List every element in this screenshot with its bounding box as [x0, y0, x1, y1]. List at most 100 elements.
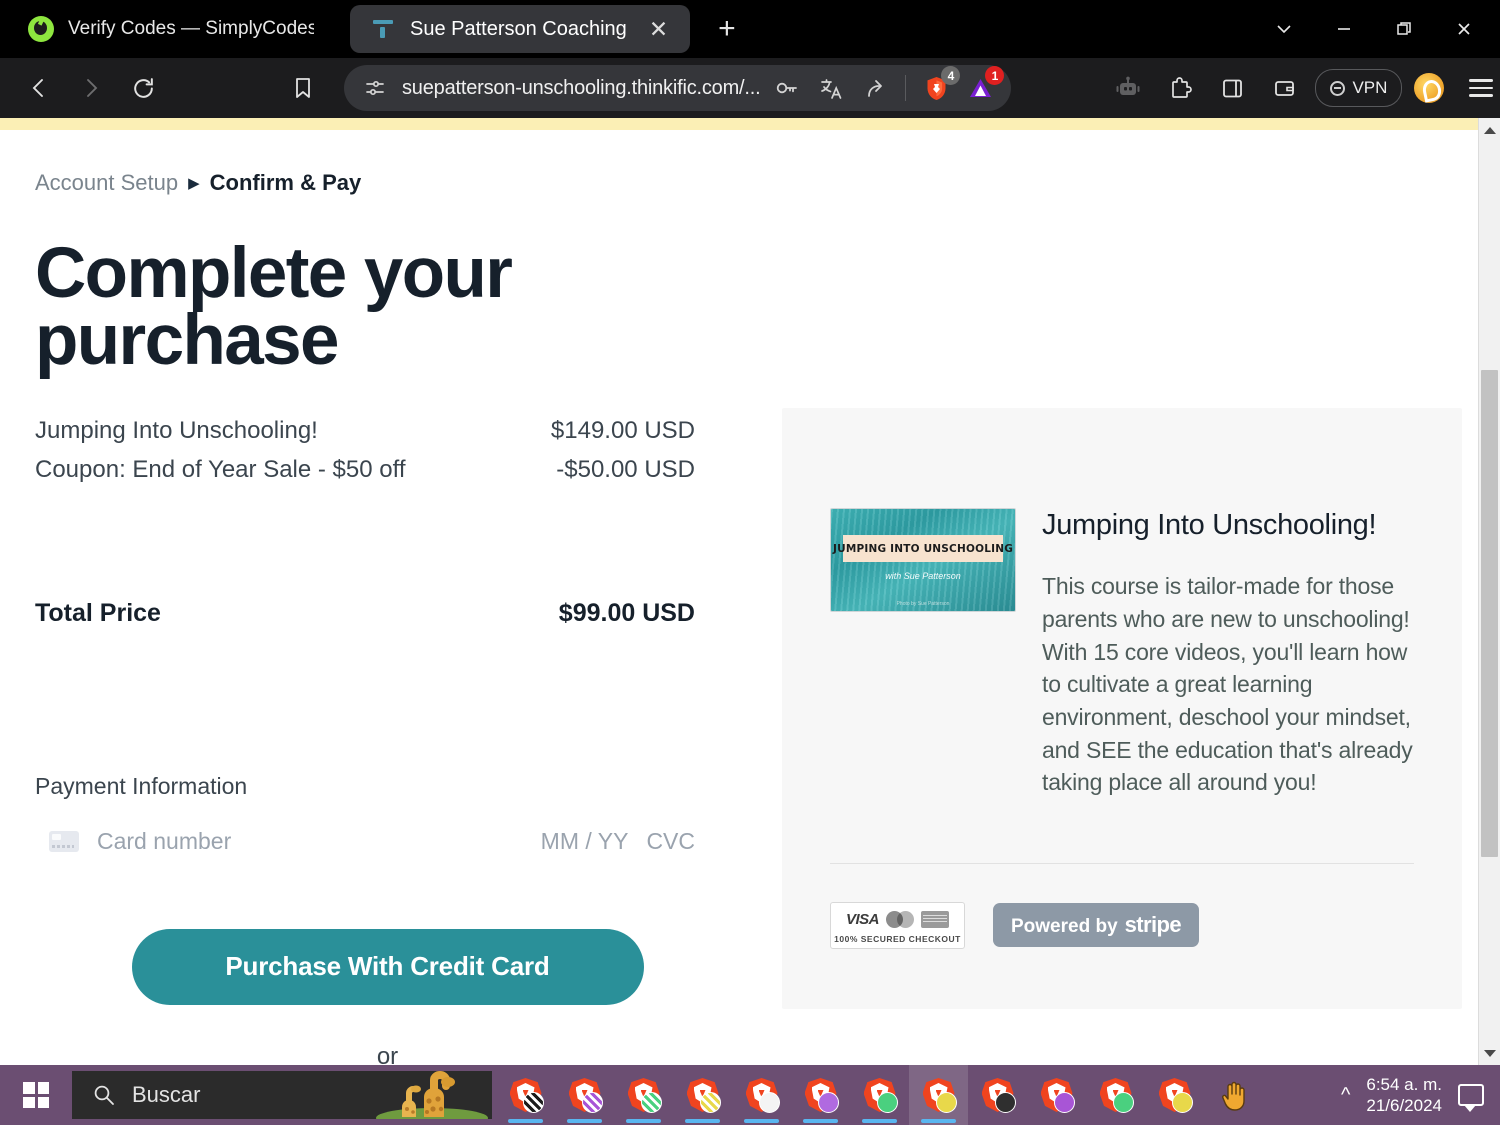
card-number-field[interactable]: Card number [49, 828, 231, 855]
taskbar-app-brave-9[interactable] [968, 1065, 1027, 1125]
giraffe-wallpaper-image [362, 1071, 492, 1119]
taskbar-app-brave-3[interactable] [614, 1065, 673, 1125]
brave-rewards-icon[interactable] [1404, 63, 1454, 113]
or-separator-label: or [376, 1042, 399, 1065]
robot-icon[interactable] [1103, 63, 1153, 113]
tab-label: Verify Codes — SimplyCodes [68, 18, 314, 39]
divider [905, 75, 907, 101]
breadcrumb-account-setup[interactable]: Account Setup [35, 170, 178, 196]
search-icon [94, 1085, 114, 1105]
stripe-prefix: Powered by [1011, 916, 1118, 938]
credit-card-icon [49, 830, 79, 852]
tab-strip: Verify Codes — SimplyCodes Sue Patterson… [0, 0, 1500, 58]
purchase-with-credit-card-button[interactable]: Purchase With Credit Card [131, 928, 644, 1005]
browser-window: Verify Codes — SimplyCodes Sue Patterson… [0, 0, 1500, 1125]
visa-icon: VISA [845, 911, 880, 929]
restore-icon[interactable] [1374, 0, 1434, 58]
powered-by-stripe-badge: Powered by stripe [993, 903, 1199, 948]
payment-badges: VISA 100% SECURED CHECKOUT Powered by st… [782, 864, 1462, 1009]
total-price-label: Total Price [35, 598, 161, 627]
vpn-button[interactable]: VPN [1315, 69, 1403, 107]
key-icon[interactable] [770, 71, 804, 105]
secured-checkout-badge: VISA 100% SECURED CHECKOUT [830, 901, 965, 949]
breadcrumb-confirm-pay: Confirm & Pay [209, 170, 362, 195]
extensions-icon[interactable] [1155, 63, 1205, 113]
minimize-icon[interactable] [1314, 0, 1374, 58]
wallet-icon[interactable] [1259, 63, 1309, 113]
taskbar-app-brave-11[interactable] [1086, 1065, 1145, 1125]
vpn-label: VPN [1352, 78, 1388, 97]
windows-start-icon[interactable] [0, 1065, 72, 1125]
taskbar-app-brave-6[interactable] [791, 1065, 850, 1125]
hand-cursor-icon [1204, 1065, 1263, 1125]
tab-label: Sue Patterson Coaching [410, 17, 627, 40]
mastercard-icon [886, 911, 914, 929]
taskbar-app-brave-4[interactable] [673, 1065, 732, 1125]
tab-sue-patterson-coaching[interactable]: Sue Patterson Coaching ✕ [350, 5, 691, 53]
line-item-amount: -$50.00 USD [556, 455, 695, 483]
windows-taskbar: Buscar ^ 6:54 a. m. 21/6/2024 [0, 1065, 1500, 1125]
sidebar-icon[interactable] [1207, 63, 1257, 113]
page-scrollbar[interactable] [1478, 118, 1500, 1065]
checkout-right-column: JUMPING INTO UNSCHOOLING with Sue Patter… [782, 130, 1462, 1065]
rewards-badge: 1 [985, 66, 1005, 85]
close-icon[interactable]: ✕ [643, 16, 674, 43]
thumbnail-subline: with Sue Patterson [885, 571, 961, 581]
brave-rewards-triangle-icon[interactable]: 1 [963, 66, 1005, 105]
new-tab-button[interactable]: + [710, 14, 744, 44]
chevron-down-icon[interactable] [1254, 0, 1314, 58]
window-controls [1254, 0, 1494, 58]
course-thumbnail: JUMPING INTO UNSCHOOLING with Sue Patter… [830, 508, 1016, 612]
taskbar-app-brave-10[interactable] [1027, 1065, 1086, 1125]
scrollbar-thumb[interactable] [1481, 370, 1498, 857]
breadcrumb-separator-icon: ▶ [188, 175, 200, 192]
notification-icon[interactable] [1458, 1084, 1484, 1112]
share-icon[interactable] [858, 71, 892, 105]
scroll-down-arrow-icon[interactable] [1479, 1043, 1500, 1063]
card-number-placeholder: Card number [97, 827, 232, 854]
taskbar-app-brave-7[interactable] [850, 1065, 909, 1125]
line-item-coupon: Coupon: End of Year Sale - $50 off -$50.… [35, 456, 695, 484]
checkout-left-column: Account Setup ▶ Confirm & Pay Complete y… [0, 130, 782, 1065]
taskbar-app-brave-1[interactable] [496, 1065, 555, 1125]
tab-simplycodes[interactable]: Verify Codes — SimplyCodes [6, 7, 336, 51]
vpn-toggle-icon [1330, 80, 1346, 96]
translate-icon[interactable] [814, 71, 848, 105]
taskbar-search-box[interactable]: Buscar [72, 1071, 492, 1119]
tray-chevron-up-icon[interactable]: ^ [1341, 1084, 1350, 1107]
card-input-row[interactable]: Card number MM / YY CVC [35, 822, 695, 861]
taskbar-app-brave-5[interactable] [732, 1065, 791, 1125]
stripe-name: stripe [1124, 912, 1182, 938]
reload-icon[interactable] [118, 63, 168, 113]
line-item-label: Coupon: End of Year Sale - $50 off [35, 455, 406, 483]
breadcrumb: Account Setup ▶ Confirm & Pay [35, 170, 740, 196]
scroll-up-arrow-icon[interactable] [1479, 120, 1500, 140]
clock-date: 21/6/2024 [1366, 1096, 1442, 1115]
line-item-course: Jumping Into Unschooling! $149.00 USD [35, 417, 695, 445]
payment-information-heading: Payment Information [35, 772, 248, 799]
taskbar-app-brave-12[interactable] [1145, 1065, 1204, 1125]
simplycodes-icon [28, 16, 54, 42]
back-arrow-icon[interactable] [14, 63, 64, 113]
amex-icon [921, 911, 949, 929]
taskbar-clock[interactable]: 6:54 a. m. 21/6/2024 [1366, 1074, 1442, 1117]
thumbnail-headline: JUMPING INTO UNSCHOOLING [833, 542, 1014, 555]
taskbar-app-brave-8[interactable] [909, 1065, 968, 1125]
card-expiry-cvc-fields[interactable]: MM / YY CVC [541, 828, 695, 855]
forward-arrow-icon[interactable] [66, 63, 116, 113]
secured-checkout-text: 100% SECURED CHECKOUT [834, 933, 961, 944]
total-price-row: Total Price $99.00 USD [35, 599, 695, 628]
cvc-placeholder: CVC [646, 827, 695, 854]
hamburger-menu-icon[interactable] [1456, 63, 1500, 113]
checkout-page: Account Setup ▶ Confirm & Pay Complete y… [0, 118, 1478, 1065]
site-settings-icon[interactable] [358, 71, 392, 105]
url-text: suepatterson-unschooling.thinkific.com/.… [402, 76, 761, 99]
line-item-amount: $149.00 USD [550, 416, 695, 444]
shield-badge: 4 [941, 66, 961, 85]
brave-shield-icon[interactable]: 4 [919, 66, 961, 105]
close-icon[interactable] [1434, 0, 1494, 58]
bookmark-icon[interactable] [278, 63, 328, 113]
address-bar[interactable]: suepatterson-unschooling.thinkific.com/.… [344, 65, 1012, 111]
taskbar-app-brave-2[interactable] [555, 1065, 614, 1125]
system-tray: ^ 6:54 a. m. 21/6/2024 [1341, 1074, 1500, 1117]
